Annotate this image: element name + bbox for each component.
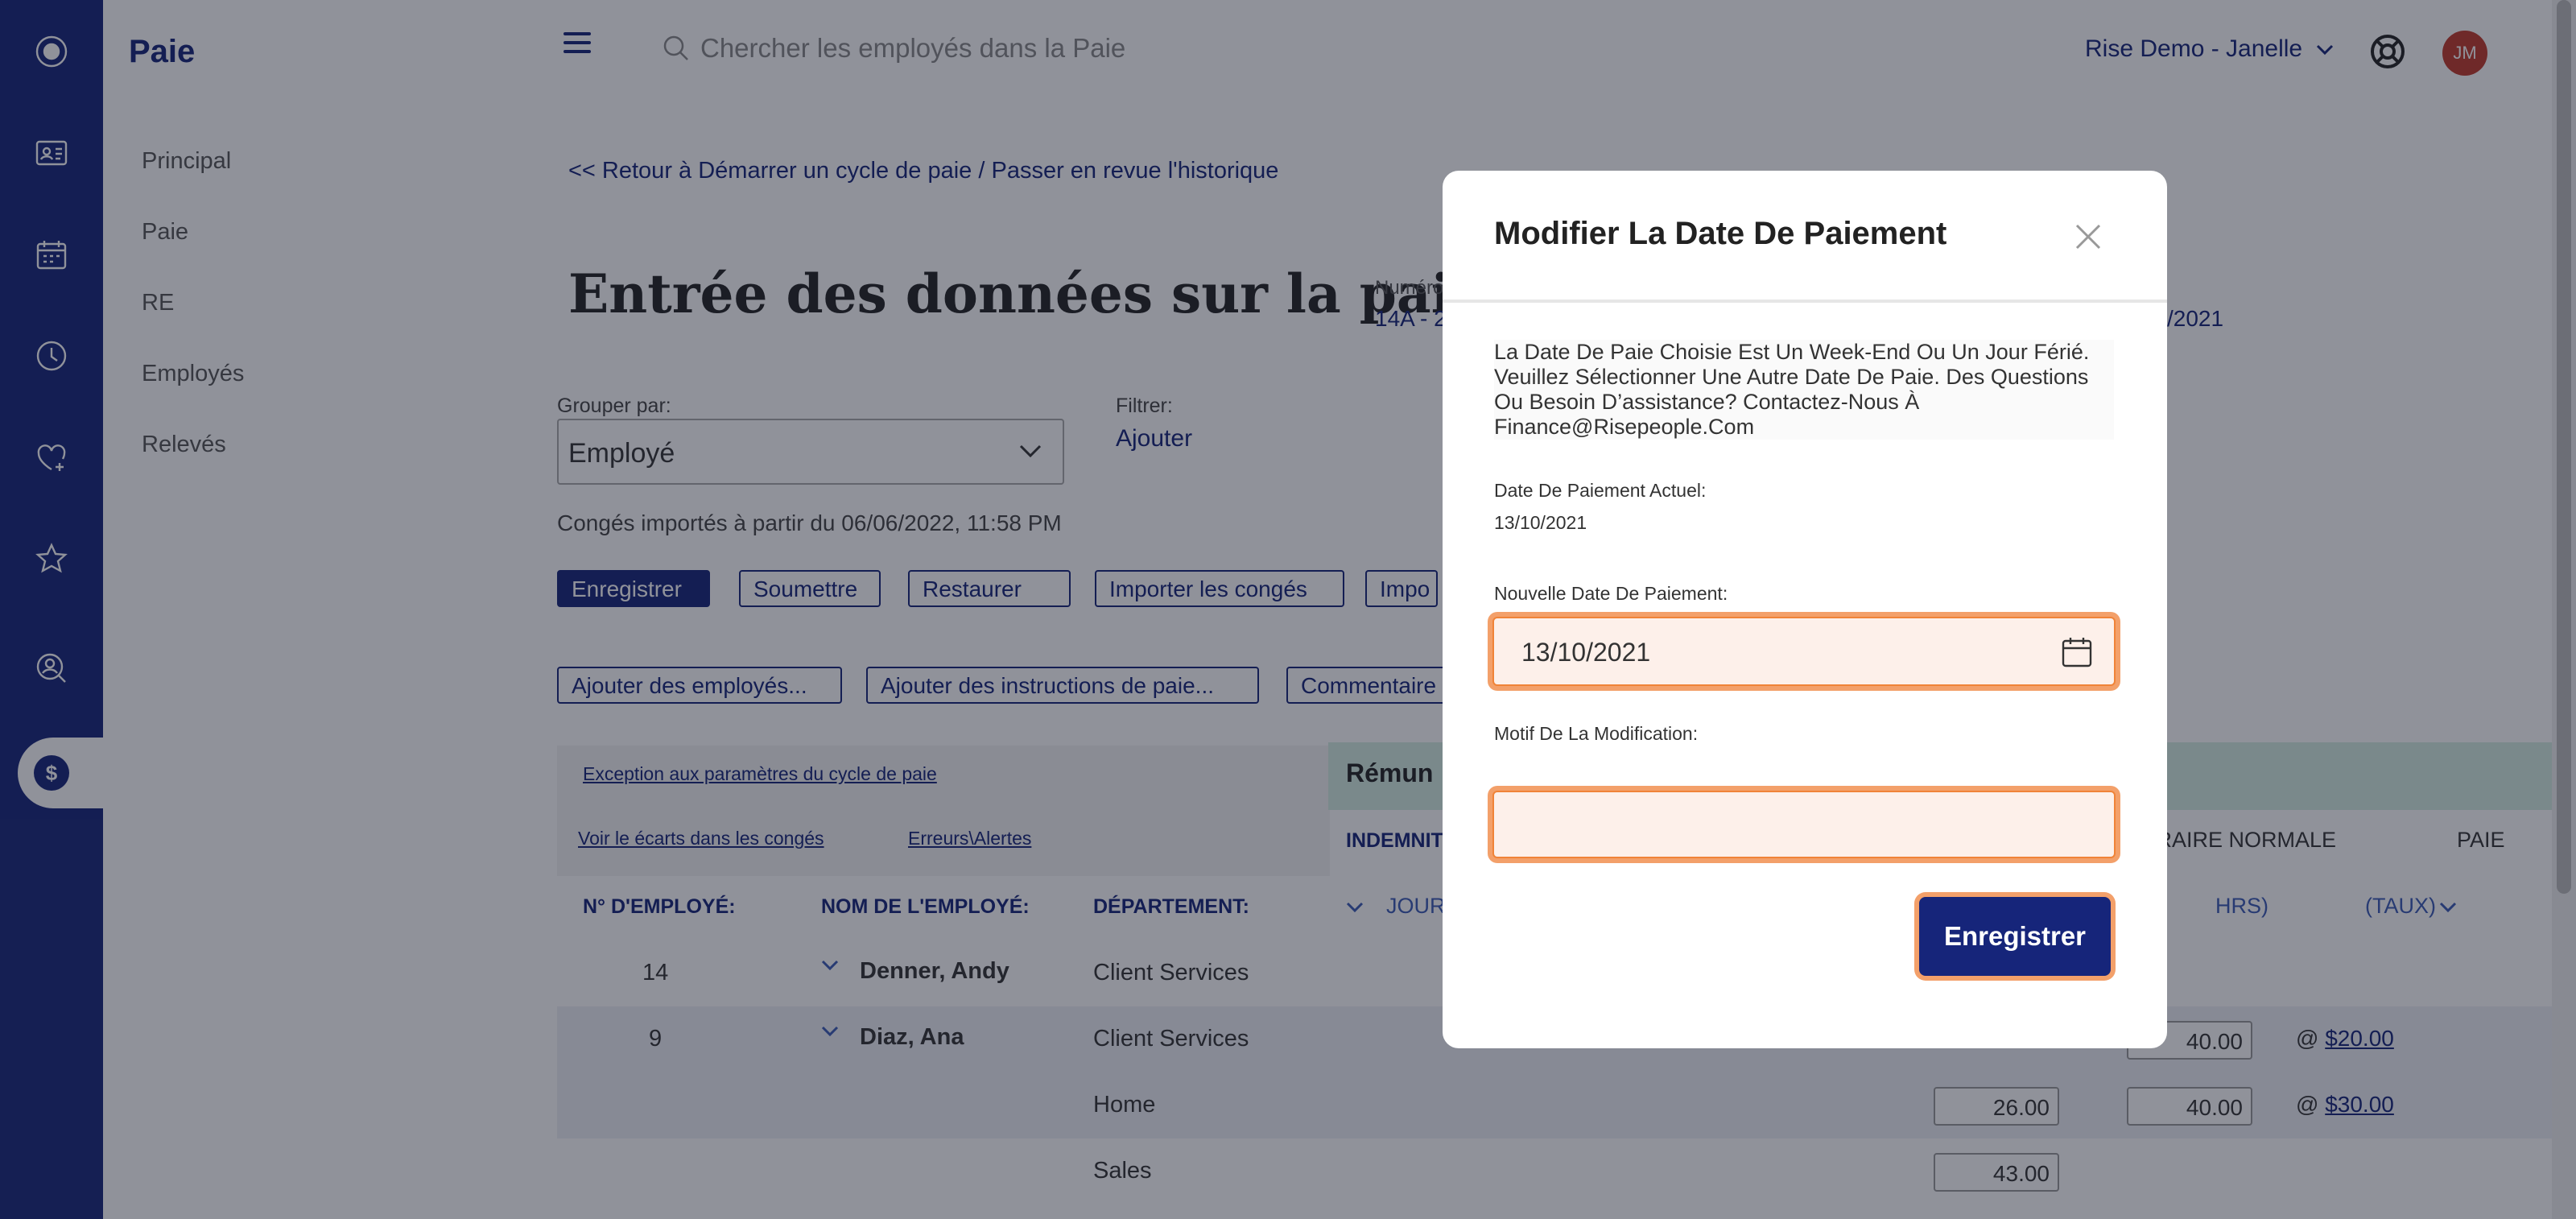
reason-input[interactable] — [1492, 791, 2116, 858]
change-pay-date-modal: Modifier La Date De Paiement La Date De … — [1443, 171, 2167, 1048]
new-date-input[interactable]: 13/10/2021 — [1492, 617, 2116, 686]
current-date-label: Date De Paiement Actuel: — [1494, 480, 1707, 501]
modal-backdrop[interactable] — [0, 0, 2576, 1219]
modal-save-button[interactable]: Enregistrer — [1919, 897, 2111, 976]
calendar-icon[interactable] — [2059, 634, 2095, 670]
close-icon[interactable] — [2070, 219, 2106, 254]
new-date-label: Nouvelle Date De Paiement: — [1494, 583, 1728, 604]
reason-label: Motif De La Modification: — [1494, 723, 1699, 744]
modal-message: La Date De Paie Choisie Est Un Week-End … — [1494, 340, 2114, 440]
modal-divider — [1443, 300, 2167, 303]
new-date-value: 13/10/2021 — [1521, 638, 1651, 667]
modal-title: Modifier La Date De Paiement — [1494, 216, 1947, 251]
current-date-value: 13/10/2021 — [1494, 512, 1587, 533]
